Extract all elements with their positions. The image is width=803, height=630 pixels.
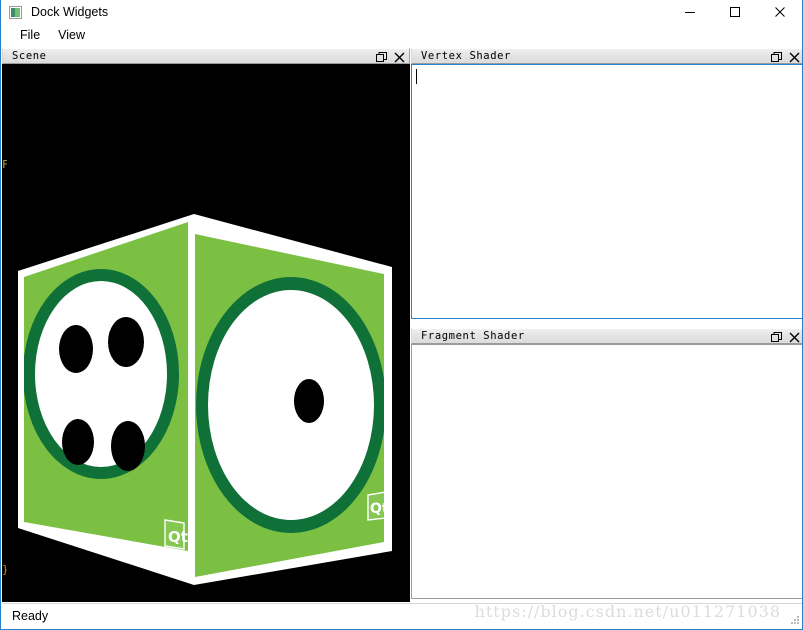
window-titlebar: Dock Widgets [1, 0, 802, 24]
dock-fragment-title: Fragment Shader [421, 330, 525, 342]
vertex-shader-textarea[interactable] [411, 64, 802, 319]
close-icon[interactable] [789, 332, 800, 343]
float-restore-icon[interactable] [771, 51, 782, 63]
scene-viewport[interactable]: F } # [2, 64, 410, 602]
dice-cube-render: Qt Qt [18, 214, 392, 585]
dock-vertex-titlebar[interactable]: Vertex Shader [411, 48, 802, 65]
text-caret [416, 69, 417, 84]
float-restore-icon[interactable] [376, 51, 387, 63]
minimize-icon [684, 12, 695, 13]
menu-item-view[interactable]: View [49, 26, 94, 44]
close-button[interactable] [757, 0, 802, 24]
app-window-icon [9, 5, 22, 19]
dock-vertex-title: Vertex Shader [421, 50, 511, 62]
dock-scene-title: Scene [12, 50, 47, 62]
window-controls [667, 0, 802, 24]
status-message: Ready [12, 609, 49, 623]
dock-vertex-shader: Vertex Shader [411, 48, 802, 323]
statusbar: Ready https://blog.csdn.net/u011271038 [2, 602, 802, 628]
float-restore-icon[interactable] [771, 331, 782, 343]
watermark-text: https://blog.csdn.net/u011271038 [474, 602, 781, 621]
dock-scene: Scene F } # [2, 48, 410, 603]
menubar: File View [1, 24, 802, 46]
fragment-shader-textarea[interactable] [411, 344, 802, 599]
resize-grip-icon[interactable] [790, 615, 800, 625]
maximize-icon [729, 7, 740, 17]
minimize-button[interactable] [667, 0, 712, 24]
window-title: Dock Widgets [31, 5, 109, 19]
dock-vertex-buttons [771, 49, 800, 65]
maximize-button[interactable] [712, 0, 757, 24]
dock-fragment-buttons [771, 329, 800, 345]
close-icon [774, 7, 785, 17]
dock-fragment-titlebar[interactable]: Fragment Shader [411, 328, 802, 345]
dock-fragment-shader: Fragment Shader [411, 328, 802, 603]
svg-text:Qt: Qt [168, 528, 188, 546]
dock-scene-titlebar[interactable]: Scene [2, 48, 410, 64]
menu-item-file[interactable]: File [11, 26, 49, 44]
qt-logo: Qt [164, 519, 188, 550]
cube-left-face: Qt [24, 222, 188, 551]
dock-scene-buttons [376, 49, 405, 65]
close-icon[interactable] [789, 52, 800, 63]
cube-right-face: Qt [195, 234, 384, 577]
main-window: Dock Widgets File View Scene Qt Qt Verte… [0, 0, 803, 630]
close-icon[interactable] [394, 52, 405, 63]
